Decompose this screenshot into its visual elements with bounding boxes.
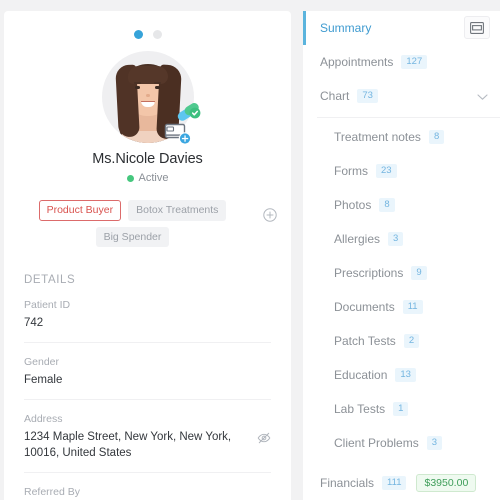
sidebar-item-count: 1 xyxy=(393,402,409,416)
sidebar-item-client-problems[interactable]: Client Problems 3 xyxy=(303,426,500,460)
sidebar-item-count: 2 xyxy=(403,334,420,348)
tag-botox-treatments[interactable]: Botox Treatments xyxy=(128,200,227,221)
sidebar-item-count: 127 xyxy=(401,55,428,69)
status-dot-icon xyxy=(126,174,134,182)
sidebar-item-count: 11 xyxy=(402,300,423,314)
detail-value: 1234 Maple Street, New York, New York, 1… xyxy=(24,430,232,460)
sidebar-item-label: Financials xyxy=(320,476,375,490)
sidebar-item-treatment-notes[interactable]: Treatment notes 8 xyxy=(303,120,500,154)
status-label: Active xyxy=(138,172,169,184)
sidebar-item-count: 73 xyxy=(357,89,378,103)
sidebar-item-label: Treatment notes xyxy=(334,130,421,144)
detail-label: Address xyxy=(24,412,63,425)
sidebar-item-label: Photos xyxy=(334,198,372,212)
carousel-dot-2[interactable] xyxy=(152,30,162,39)
chevron-down-icon[interactable] xyxy=(477,91,488,101)
sidebar-item-count: 111 xyxy=(382,476,407,490)
sidebar-item-label: Forms xyxy=(334,164,368,178)
sidebar-item-label: Summary xyxy=(320,21,372,35)
status-badge: Active xyxy=(4,172,291,184)
sidebar-item-prescriptions[interactable]: Prescriptions 9 xyxy=(303,256,500,290)
details-heading: DETAILS xyxy=(24,274,76,287)
financials-amount-badge: $3950.00 xyxy=(416,473,477,493)
sidebar-item-label: Appointments xyxy=(320,55,394,69)
sidebar-item-count: 8 xyxy=(428,130,445,144)
sidebar-item-education[interactable]: Education 13 xyxy=(303,358,500,392)
app-root: Ms.Nicole Davies Active Product Buyer Bo… xyxy=(0,0,500,500)
sidebar-item-count: 9 xyxy=(411,266,427,280)
patient-nav-panel: Summary Appointments 127 Chart 73 Treatm… xyxy=(303,11,500,500)
sidebar-item-patch-tests[interactable]: Patch Tests 2 xyxy=(303,324,500,358)
sidebar-item-label: Allergies xyxy=(334,232,381,246)
detail-value: 742 xyxy=(24,317,44,330)
sidebar-item-summary[interactable]: Summary xyxy=(303,11,500,45)
plus-circle-icon[interactable] xyxy=(263,208,277,222)
detail-row-patient-id: Patient ID 742 xyxy=(24,286,271,343)
sidebar-item-forms[interactable]: Forms 23 xyxy=(303,154,500,188)
avatar[interactable] xyxy=(101,51,200,145)
sidebar-item-lab-tests[interactable]: Lab Tests 1 xyxy=(303,392,500,426)
sidebar-item-label: Client Problems xyxy=(334,436,419,450)
sidebar-item-photos[interactable]: Photos 8 xyxy=(303,188,500,222)
card-plus-badge xyxy=(164,121,194,147)
sidebar-item-count: 23 xyxy=(376,164,397,178)
sidebar-item-label: Lab Tests xyxy=(334,402,386,416)
sidebar-item-documents[interactable]: Documents 11 xyxy=(303,290,500,324)
syringe-check-badge xyxy=(176,101,202,121)
carousel-dot-1[interactable] xyxy=(133,30,143,39)
sidebar-item-financials[interactable]: Financials 111 $3950.00 xyxy=(303,466,500,500)
sidebar-item-chart[interactable]: Chart 73 xyxy=(303,79,500,113)
sidebar-item-count: 3 xyxy=(388,232,404,246)
patient-profile-card: Ms.Nicole Davies Active Product Buyer Bo… xyxy=(4,11,291,500)
carousel-dots[interactable] xyxy=(4,11,291,39)
sidebar-item-label: Chart xyxy=(320,89,350,103)
sidebar-item-label: Prescriptions xyxy=(334,266,404,280)
detail-label: Referred By xyxy=(24,485,81,498)
sidebar-item-count: 3 xyxy=(426,436,442,450)
sidebar-item-label: Documents xyxy=(334,300,395,314)
divider xyxy=(317,117,500,118)
tag-list: Product Buyer Botox Treatments Big Spend… xyxy=(22,200,277,248)
sidebar-item-label: Patch Tests xyxy=(334,334,396,348)
sidebar-item-label: Education xyxy=(334,368,388,382)
detail-row-referred-by: Referred By Facebook xyxy=(24,473,271,500)
detail-row-gender: Gender Female xyxy=(24,343,271,400)
detail-label: Gender xyxy=(24,355,60,368)
sidebar-item-appointments[interactable]: Appointments 127 xyxy=(303,45,500,79)
tag-big-spender[interactable]: Big Spender xyxy=(95,226,170,248)
page-title: Ms.Nicole Davies xyxy=(92,151,203,167)
detail-row-address: Address 1234 Maple Street, New York, New… xyxy=(24,400,271,473)
sidebar-item-allergies[interactable]: Allergies 3 xyxy=(303,222,500,256)
eye-off-icon[interactable] xyxy=(257,431,271,445)
sidebar-item-count: 13 xyxy=(395,368,416,382)
detail-label: Patient ID xyxy=(24,299,71,312)
sidebar-item-count: 8 xyxy=(379,198,395,212)
detail-value: Female xyxy=(24,373,63,386)
active-accent-bar xyxy=(303,11,306,45)
tag-product-buyer[interactable]: Product Buyer xyxy=(38,200,122,221)
